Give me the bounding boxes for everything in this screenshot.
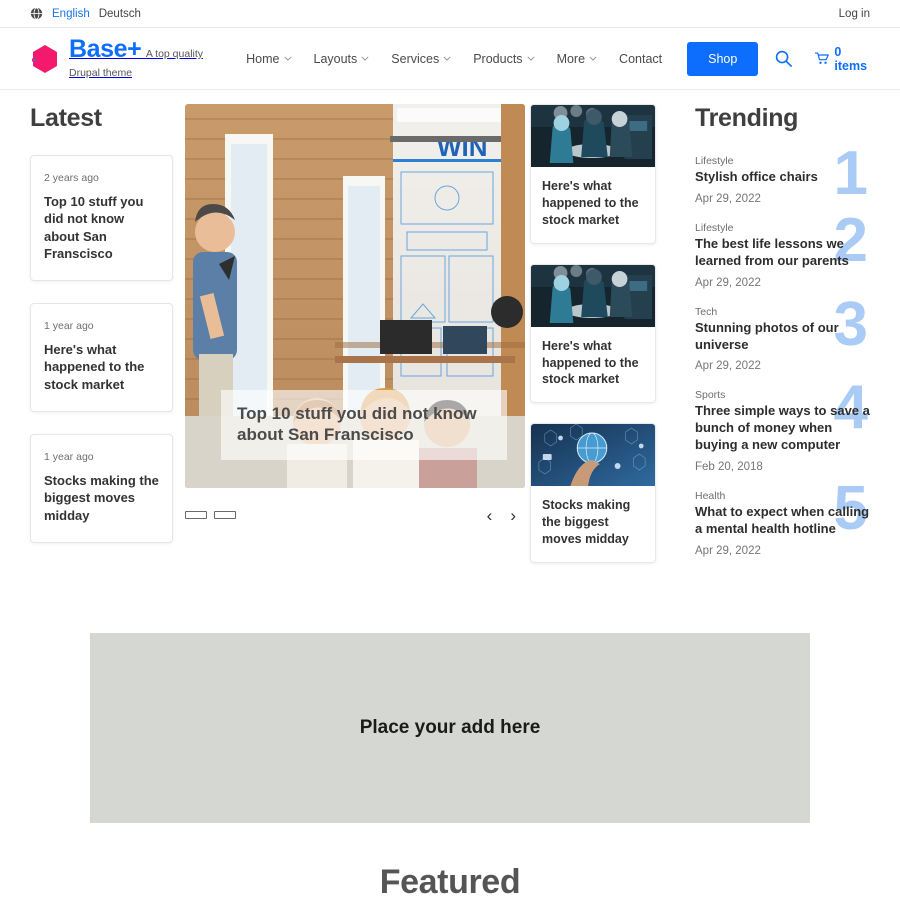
trending-list: 1 Lifestyle Stylish office chairs Apr 29… <box>695 143 872 557</box>
trending-category: Tech <box>695 305 718 318</box>
featured-heading: Featured <box>379 862 521 900</box>
trending-date: Apr 29, 2022 <box>695 544 761 557</box>
nav-label: Home <box>246 51 280 66</box>
nav-label: Contact <box>619 51 663 66</box>
card-title: Here's what happened to the stock market <box>542 338 639 387</box>
carousel-dot-2[interactable] <box>214 511 236 519</box>
trending-title: Three simple ways to save a bunch of mon… <box>695 403 870 453</box>
language-switcher: English Deutsch <box>30 7 141 20</box>
card-body: Here's what happened to the stock market <box>531 327 655 403</box>
latest-column: Latest 2 years ago Top 10 stuff you did … <box>30 104 185 583</box>
trending-category: Health <box>695 490 726 503</box>
card-thumbnail-operating-room <box>531 264 655 327</box>
list-item[interactable]: 2 years ago Top 10 stuff you did not kno… <box>30 155 173 282</box>
trending-date: Feb 20, 2018 <box>695 461 763 474</box>
language-english[interactable]: English <box>52 8 90 20</box>
nav-label: Products <box>473 51 523 66</box>
language-deutsch[interactable]: Deutsch <box>99 8 141 20</box>
trending-date: Apr 29, 2022 <box>695 192 761 205</box>
card-title: Stocks making the biggest moves midday <box>542 498 631 546</box>
list-item[interactable]: 3 Tech Stunning photos of our universe A… <box>695 293 872 373</box>
secondary-cards-column: Here's what happened to the stock market <box>530 104 685 583</box>
hero-slide[interactable]: WIN Top 10 stuff you did not know about … <box>185 104 525 488</box>
card-title: Here's what happened to the stock market <box>44 342 145 392</box>
list-item[interactable]: 1 Lifestyle Stylish office chairs Apr 29… <box>695 143 872 205</box>
card-title: Here's what happened to the stock market <box>542 179 639 227</box>
main-navigation: Home Layouts Services Products More Cont… <box>235 41 870 76</box>
card-body: Here's what happened to the stock market <box>531 167 655 243</box>
brand-logo[interactable]: Base+ A top quality Drupal theme <box>30 36 235 80</box>
brand-name: Base+ <box>69 35 142 64</box>
nav-item-more[interactable]: More <box>546 46 608 72</box>
chevron-down-icon <box>443 56 451 61</box>
nav-item-services[interactable]: Services <box>380 46 462 72</box>
shop-button[interactable]: Shop <box>687 41 759 76</box>
carousel-pagination <box>185 511 236 519</box>
trending-heading: Trending <box>695 104 799 132</box>
trending-category: Sports <box>695 389 726 402</box>
list-item[interactable]: Here's what happened to the stock market <box>530 104 656 244</box>
hero-caption: Top 10 stuff you did not know about San … <box>221 389 507 460</box>
hexagon-logo-icon <box>30 43 60 75</box>
main-content-grid: Latest 2 years ago Top 10 stuff you did … <box>0 104 900 583</box>
brand-text: Base+ A top quality Drupal theme <box>69 36 235 80</box>
hero-carousel: WIN Top 10 stuff you did not know about … <box>185 104 530 583</box>
card-date: 1 year ago <box>44 320 94 333</box>
trending-title: The best life lessons we learned from ou… <box>695 235 849 268</box>
trending-category: Lifestyle <box>695 155 734 167</box>
trending-column: Trending 1 Lifestyle Stylish office chai… <box>685 104 872 583</box>
card-body: Stocks making the biggest moves midday <box>531 486 655 562</box>
carousel-next-button[interactable]: › <box>501 507 525 524</box>
speaker-figure <box>193 204 237 416</box>
cart-link[interactable]: 0 items <box>815 45 870 73</box>
trending-date: Apr 29, 2022 <box>695 276 761 289</box>
trending-category: Lifestyle <box>695 221 734 234</box>
card-thumbnail-digital-globe <box>531 424 655 487</box>
list-item[interactable]: 1 year ago Stocks making the biggest mov… <box>30 433 173 543</box>
search-button[interactable] <box>774 49 793 68</box>
search-icon <box>776 50 793 67</box>
cart-item-count: 0 items <box>834 44 868 73</box>
trending-date: Apr 29, 2022 <box>695 360 761 373</box>
advertisement-text: Place your add here <box>359 716 541 738</box>
list-item[interactable]: 5 Health What to expect when calling a m… <box>695 478 872 557</box>
latest-heading: Latest <box>30 104 102 132</box>
list-item[interactable]: 4 Sports Three simple ways to save a bun… <box>695 377 872 474</box>
nav-item-contact[interactable]: Contact <box>608 46 673 72</box>
nav-item-layouts[interactable]: Layouts <box>303 46 381 72</box>
card-title: Top 10 stuff you did not know about San … <box>44 194 144 261</box>
list-item[interactable]: 2 Lifestyle The best life lessons we lea… <box>695 209 872 289</box>
chevron-down-icon <box>589 56 597 61</box>
nav-label: Layouts <box>313 51 358 66</box>
chevron-down-icon <box>527 56 535 61</box>
login-link[interactable]: Log in <box>839 8 870 20</box>
advertisement-banner[interactable]: Place your add here <box>90 632 810 823</box>
nav-item-home[interactable]: Home <box>235 46 302 72</box>
list-item[interactable]: Stocks making the biggest moves midday <box>530 423 656 563</box>
card-date: 1 year ago <box>44 450 94 463</box>
carousel-dot-1[interactable] <box>185 511 207 519</box>
list-item[interactable]: 1 year ago Here's what happened to the s… <box>30 303 173 412</box>
top-utility-bar: English Deutsch Log in <box>0 0 900 28</box>
trending-title: What to expect when calling a mental hea… <box>695 504 870 537</box>
chevron-down-icon <box>283 56 292 61</box>
nav-item-products[interactable]: Products <box>462 46 545 72</box>
trending-title: Stylish office chairs <box>695 169 818 184</box>
card-title: Stocks making the biggest moves midday <box>44 472 159 523</box>
nav-label: Services <box>391 51 440 66</box>
chevron-down-icon <box>361 56 369 61</box>
trending-title: Stunning photos of our universe <box>695 319 839 352</box>
carousel-controls: ‹ › <box>185 504 525 526</box>
nav-label: More <box>556 51 586 66</box>
site-header: Base+ A top quality Drupal theme Home La… <box>0 28 900 90</box>
globe-icon <box>30 7 43 20</box>
carousel-prev-button[interactable]: ‹ <box>478 507 502 524</box>
cart-icon <box>815 52 830 64</box>
card-date: 2 years ago <box>44 172 99 184</box>
list-item[interactable]: Here's what happened to the stock market <box>530 263 656 404</box>
card-thumbnail-operating-room <box>531 105 655 167</box>
